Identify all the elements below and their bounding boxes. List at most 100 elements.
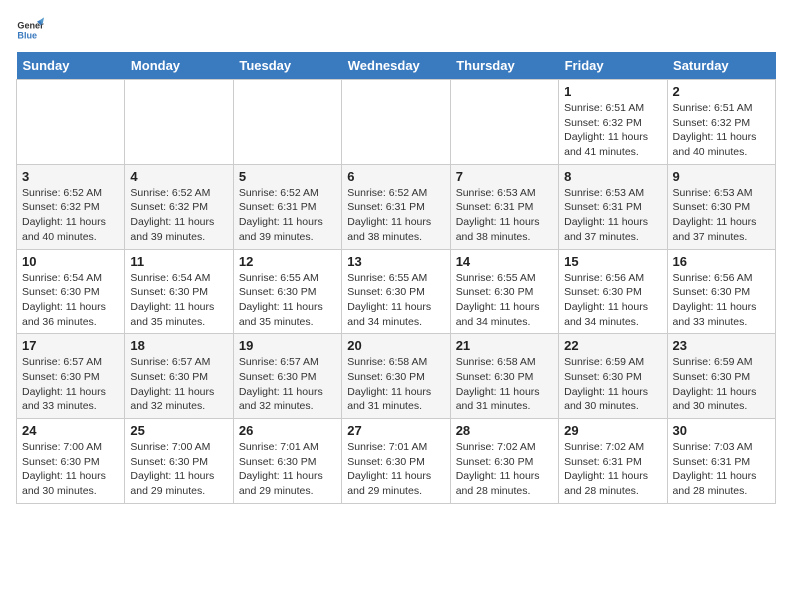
day-info: Sunrise: 6:52 AM Sunset: 6:31 PM Dayligh… [239, 186, 336, 245]
day-info: Sunrise: 6:51 AM Sunset: 6:32 PM Dayligh… [564, 101, 661, 160]
day-info: Sunrise: 7:02 AM Sunset: 6:31 PM Dayligh… [564, 440, 661, 499]
calendar-day-cell: 1 Sunrise: 6:51 AM Sunset: 6:32 PM Daylig… [559, 80, 667, 165]
day-number: 17 [22, 338, 119, 353]
calendar-day-cell: 5 Sunrise: 6:52 AM Sunset: 6:31 PM Daylig… [233, 164, 341, 249]
calendar-day-cell: 15 Sunrise: 6:56 AM Sunset: 6:30 PM Dayli… [559, 249, 667, 334]
weekday-header: Saturday [667, 52, 775, 80]
calendar-day-cell: 28 Sunrise: 7:02 AM Sunset: 6:30 PM Dayli… [450, 419, 558, 504]
day-number: 12 [239, 254, 336, 269]
calendar-body: 1 Sunrise: 6:51 AM Sunset: 6:32 PM Daylig… [17, 80, 776, 504]
day-number: 18 [130, 338, 227, 353]
calendar-week-row: 1 Sunrise: 6:51 AM Sunset: 6:32 PM Daylig… [17, 80, 776, 165]
day-info: Sunrise: 6:56 AM Sunset: 6:30 PM Dayligh… [673, 271, 770, 330]
svg-text:Blue: Blue [17, 30, 37, 40]
calendar-day-cell: 21Sunrise: 6:58 AM Sunset: 6:30 PM Dayli… [450, 334, 558, 419]
day-number: 28 [456, 423, 553, 438]
day-number: 19 [239, 338, 336, 353]
calendar-day-cell: 29 Sunrise: 7:02 AM Sunset: 6:31 PM Dayli… [559, 419, 667, 504]
calendar-day-cell: 17 Sunrise: 6:57 AM Sunset: 6:30 PM Dayli… [17, 334, 125, 419]
day-number: 8 [564, 169, 661, 184]
calendar-day-cell: 9 Sunrise: 6:53 AM Sunset: 6:30 PM Daylig… [667, 164, 775, 249]
calendar-day-cell: 12 Sunrise: 6:55 AM Sunset: 6:30 PM Dayli… [233, 249, 341, 334]
header: General Blue [16, 16, 776, 44]
logo-icon: General Blue [16, 16, 44, 44]
calendar-day-cell: 27Sunrise: 7:01 AM Sunset: 6:30 PM Dayli… [342, 419, 450, 504]
calendar-day-cell: 22Sunrise: 6:59 AM Sunset: 6:30 PM Dayli… [559, 334, 667, 419]
day-info: Sunrise: 7:00 AM Sunset: 6:30 PM Dayligh… [22, 440, 119, 499]
day-info: Sunrise: 6:52 AM Sunset: 6:32 PM Dayligh… [130, 186, 227, 245]
day-info: Sunrise: 7:03 AM Sunset: 6:31 PM Dayligh… [673, 440, 770, 499]
day-info: Sunrise: 6:52 AM Sunset: 6:31 PM Dayligh… [347, 186, 444, 245]
day-number: 2 [673, 84, 770, 99]
day-info: Sunrise: 6:51 AM Sunset: 6:32 PM Dayligh… [673, 101, 770, 160]
day-info: Sunrise: 6:57 AM Sunset: 6:30 PM Dayligh… [239, 355, 336, 414]
weekday-header: Friday [559, 52, 667, 80]
day-info: Sunrise: 6:54 AM Sunset: 6:30 PM Dayligh… [130, 271, 227, 330]
day-number: 30 [673, 423, 770, 438]
calendar-day-cell: 14Sunrise: 6:55 AM Sunset: 6:30 PM Dayli… [450, 249, 558, 334]
weekday-header: Monday [125, 52, 233, 80]
day-number: 21 [456, 338, 553, 353]
day-info: Sunrise: 6:54 AM Sunset: 6:30 PM Dayligh… [22, 271, 119, 330]
day-info: Sunrise: 6:52 AM Sunset: 6:32 PM Dayligh… [22, 186, 119, 245]
weekday-header: Wednesday [342, 52, 450, 80]
logo: General Blue [16, 16, 48, 44]
day-number: 23 [673, 338, 770, 353]
calendar-day-cell: 20 Sunrise: 6:58 AM Sunset: 6:30 PM Dayli… [342, 334, 450, 419]
calendar-day-cell [125, 80, 233, 165]
calendar-day-cell: 16Sunrise: 6:56 AM Sunset: 6:30 PM Dayli… [667, 249, 775, 334]
calendar-day-cell: 24 Sunrise: 7:00 AM Sunset: 6:30 PM Dayli… [17, 419, 125, 504]
calendar-week-row: 10 Sunrise: 6:54 AM Sunset: 6:30 PM Dayli… [17, 249, 776, 334]
day-number: 6 [347, 169, 444, 184]
day-number: 5 [239, 169, 336, 184]
day-number: 20 [347, 338, 444, 353]
calendar-table: SundayMondayTuesdayWednesdayThursdayFrid… [16, 52, 776, 504]
day-info: Sunrise: 7:01 AM Sunset: 6:30 PM Dayligh… [239, 440, 336, 499]
day-number: 1 [564, 84, 661, 99]
calendar-day-cell [17, 80, 125, 165]
calendar-header-row: SundayMondayTuesdayWednesdayThursdayFrid… [17, 52, 776, 80]
day-info: Sunrise: 7:02 AM Sunset: 6:30 PM Dayligh… [456, 440, 553, 499]
day-info: Sunrise: 6:57 AM Sunset: 6:30 PM Dayligh… [22, 355, 119, 414]
calendar-day-cell: 8 Sunrise: 6:53 AM Sunset: 6:31 PM Daylig… [559, 164, 667, 249]
day-number: 9 [673, 169, 770, 184]
calendar-day-cell: 18Sunrise: 6:57 AM Sunset: 6:30 PM Dayli… [125, 334, 233, 419]
day-number: 29 [564, 423, 661, 438]
calendar-day-cell: 2 Sunrise: 6:51 AM Sunset: 6:32 PM Daylig… [667, 80, 775, 165]
calendar-day-cell: 3 Sunrise: 6:52 AM Sunset: 6:32 PM Daylig… [17, 164, 125, 249]
day-info: Sunrise: 6:53 AM Sunset: 6:30 PM Dayligh… [673, 186, 770, 245]
day-number: 25 [130, 423, 227, 438]
day-number: 27 [347, 423, 444, 438]
calendar-day-cell [233, 80, 341, 165]
calendar-day-cell [450, 80, 558, 165]
calendar-week-row: 17 Sunrise: 6:57 AM Sunset: 6:30 PM Dayli… [17, 334, 776, 419]
calendar-day-cell: 26 Sunrise: 7:01 AM Sunset: 6:30 PM Dayli… [233, 419, 341, 504]
calendar-day-cell: 13Sunrise: 6:55 AM Sunset: 6:30 PM Dayli… [342, 249, 450, 334]
day-number: 10 [22, 254, 119, 269]
day-number: 15 [564, 254, 661, 269]
day-number: 11 [130, 254, 227, 269]
calendar-day-cell [342, 80, 450, 165]
day-info: Sunrise: 6:58 AM Sunset: 6:30 PM Dayligh… [347, 355, 444, 414]
day-info: Sunrise: 6:53 AM Sunset: 6:31 PM Dayligh… [564, 186, 661, 245]
day-number: 4 [130, 169, 227, 184]
weekday-header: Thursday [450, 52, 558, 80]
calendar-day-cell: 19 Sunrise: 6:57 AM Sunset: 6:30 PM Dayli… [233, 334, 341, 419]
day-info: Sunrise: 7:00 AM Sunset: 6:30 PM Dayligh… [130, 440, 227, 499]
day-info: Sunrise: 6:56 AM Sunset: 6:30 PM Dayligh… [564, 271, 661, 330]
day-info: Sunrise: 6:53 AM Sunset: 6:31 PM Dayligh… [456, 186, 553, 245]
calendar-day-cell: 10 Sunrise: 6:54 AM Sunset: 6:30 PM Dayli… [17, 249, 125, 334]
calendar-day-cell: 4 Sunrise: 6:52 AM Sunset: 6:32 PM Daylig… [125, 164, 233, 249]
day-info: Sunrise: 6:55 AM Sunset: 6:30 PM Dayligh… [347, 271, 444, 330]
calendar-day-cell: 23Sunrise: 6:59 AM Sunset: 6:30 PM Dayli… [667, 334, 775, 419]
weekday-header: Sunday [17, 52, 125, 80]
day-info: Sunrise: 6:55 AM Sunset: 6:30 PM Dayligh… [239, 271, 336, 330]
calendar-day-cell: 6 Sunrise: 6:52 AM Sunset: 6:31 PM Daylig… [342, 164, 450, 249]
day-number: 24 [22, 423, 119, 438]
day-info: Sunrise: 6:59 AM Sunset: 6:30 PM Dayligh… [564, 355, 661, 414]
day-number: 26 [239, 423, 336, 438]
calendar-day-cell: 11 Sunrise: 6:54 AM Sunset: 6:30 PM Dayli… [125, 249, 233, 334]
day-number: 3 [22, 169, 119, 184]
calendar-day-cell: 7Sunrise: 6:53 AM Sunset: 6:31 PM Daylig… [450, 164, 558, 249]
weekday-header: Tuesday [233, 52, 341, 80]
